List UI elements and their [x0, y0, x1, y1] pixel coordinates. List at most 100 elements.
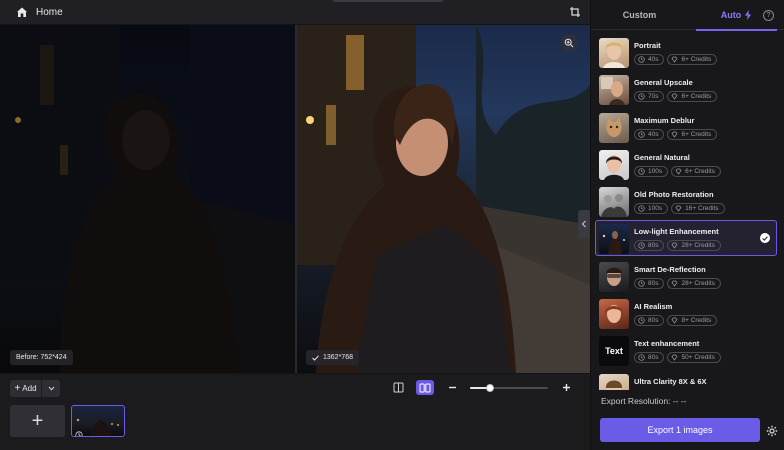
model-meta: 70s 6+ Credits: [634, 91, 718, 103]
model-name: Maximum Deblur: [634, 115, 695, 125]
model-meta: 80s 28+ Credits: [634, 277, 721, 289]
time-pill: 80s: [634, 315, 665, 327]
image-canvas[interactable]: Before: 752*424 1362*768: [0, 25, 590, 373]
model-credits: 6+ Credits: [681, 56, 712, 63]
model-thumbnail: [599, 187, 629, 218]
time-pill: 40s: [634, 128, 665, 140]
export-button-label: Export 1 images: [647, 425, 713, 435]
image-thumbnail[interactable]: [71, 405, 125, 437]
bottom-bar: + Add +: [0, 373, 590, 450]
add-image-tile[interactable]: +: [10, 405, 65, 437]
model-item-general-natural[interactable]: General Natural 100s 6+ Credits: [595, 146, 777, 182]
after-size-badge: 1362*768: [306, 350, 359, 365]
plus-icon: +: [31, 409, 44, 432]
model-item-portrait[interactable]: Portrait 40s 6+ Credits: [595, 34, 777, 70]
zoom-in-button[interactable]: [557, 380, 575, 395]
credits-pill: 28+ Credits: [667, 240, 721, 252]
home-icon[interactable]: [16, 6, 28, 18]
model-panel: Custom Auto ? Portrait 40s 6+ Credits Ge…: [590, 0, 784, 450]
model-credits: 50+ Credits: [681, 354, 715, 362]
credits-pill: 16+ Credits: [671, 203, 725, 215]
model-list[interactable]: Portrait 40s 6+ Credits General Upscale …: [595, 34, 779, 390]
zoom-out-button[interactable]: [443, 380, 461, 395]
after-size-label: 1362*768: [323, 354, 353, 361]
model-name: Low-light Enhancement: [634, 227, 719, 237]
time-pill: 80s: [634, 352, 665, 364]
model-meta: 80s 50+ Credits: [634, 352, 721, 364]
model-item-maximum-deblur[interactable]: Maximum Deblur 40s 6+ Credits: [595, 109, 777, 145]
gem-icon: [671, 56, 678, 63]
gem-icon: [671, 280, 678, 287]
time-pill: 80s: [634, 240, 665, 252]
model-item-general-upscale[interactable]: General Upscale 70s 6+ Credits: [595, 71, 777, 107]
model-item-old-photo-restoration[interactable]: Old Photo Restoration 100s 16+ Credits: [595, 183, 777, 219]
export-button[interactable]: Export 1 images: [600, 418, 760, 442]
single-view-button[interactable]: [389, 380, 407, 395]
tab-custom[interactable]: Custom: [591, 0, 688, 30]
model-meta: 40s 6+ Credits: [634, 128, 718, 140]
model-credits: 6+ Credits: [681, 130, 712, 138]
model-credits: 16+ Credits: [685, 205, 719, 213]
zoom-slider[interactable]: [470, 382, 548, 394]
time-pill: 100s: [634, 203, 669, 215]
model-credits: 28+ Credits: [681, 242, 715, 250]
collapse-panel-handle[interactable]: [578, 210, 590, 238]
compare-divider[interactable]: [295, 25, 297, 373]
model-name: AI Realism: [634, 302, 673, 312]
gem-icon: [675, 168, 682, 175]
gem-icon: [671, 131, 678, 138]
model-time: 100s: [648, 205, 663, 213]
home-label[interactable]: Home: [36, 7, 63, 18]
app-window: Home Before: 752*424 1362*768 + Add + Cu…: [0, 0, 784, 450]
add-dropdown-button[interactable]: [42, 380, 60, 397]
gem-icon: [675, 205, 682, 212]
text-thumb-label: Text: [605, 346, 623, 357]
model-meta: 80s 28+ Credits: [634, 240, 721, 252]
before-size-badge: Before: 752*424: [10, 350, 73, 365]
model-time: 80s: [648, 354, 659, 362]
view-tools: [389, 380, 575, 395]
model-meta: 80s 8+ Credits: [634, 315, 718, 327]
gem-icon: [671, 317, 678, 324]
model-item-low-light-enhancement[interactable]: Low-light Enhancement 80s 28+ Credits: [595, 220, 777, 257]
model-item-text-enhancement[interactable]: Text Text enhancement 80s 50+ Credits: [595, 332, 777, 368]
model-credits: 6+ Credits: [681, 93, 712, 101]
help-icon[interactable]: ?: [763, 10, 774, 21]
model-time: 100s: [648, 167, 663, 175]
model-credits: 6+ Credits: [685, 167, 715, 175]
model-thumbnail: [599, 149, 629, 180]
clock-icon: [638, 56, 645, 63]
model-name: Smart De-Reflection: [634, 264, 706, 274]
model-item-ai-realism[interactable]: AI Realism 80s 8+ Credits: [595, 295, 777, 331]
zoom-slider-knob[interactable]: [485, 383, 494, 392]
model-time: 80s: [648, 317, 659, 325]
mode-tabs: Custom Auto: [591, 0, 784, 31]
model-item-smart-de-reflection[interactable]: Smart De-Reflection 80s 28+ Credits: [595, 258, 777, 294]
before-image: Before: 752*424: [0, 25, 296, 373]
plus-icon: +: [14, 382, 21, 394]
gem-icon: [671, 242, 678, 250]
model-name: Portrait: [634, 41, 661, 50]
model-name: General Natural: [634, 152, 690, 162]
gear-icon[interactable]: [766, 424, 778, 437]
lightning-icon: [745, 10, 752, 20]
clock-icon: [638, 354, 645, 362]
gem-icon: [671, 93, 678, 100]
gem-icon: [671, 354, 678, 361]
model-time: 80s: [648, 242, 659, 250]
model-item-ultra-clarity[interactable]: Ultra Clarity 8X & 6X: [595, 370, 777, 390]
clock-icon: [638, 317, 645, 324]
side-by-side-button[interactable]: [416, 380, 434, 395]
split-view-icon: [393, 382, 403, 393]
chevron-down-icon: [48, 386, 54, 391]
plus-icon: [562, 384, 570, 391]
crop-icon[interactable]: [568, 5, 582, 19]
zoom-in-icon[interactable]: [560, 34, 578, 52]
model-name: Ultra Clarity 8X & 6X: [634, 376, 707, 386]
window-grip: [333, 0, 443, 2]
time-pill: 100s: [634, 165, 669, 177]
add-button[interactable]: + Add: [10, 380, 41, 397]
model-meta: 40s 6+ Credits: [634, 54, 718, 65]
chevron-left-icon: [581, 220, 586, 228]
time-pill: 40s: [634, 54, 665, 65]
